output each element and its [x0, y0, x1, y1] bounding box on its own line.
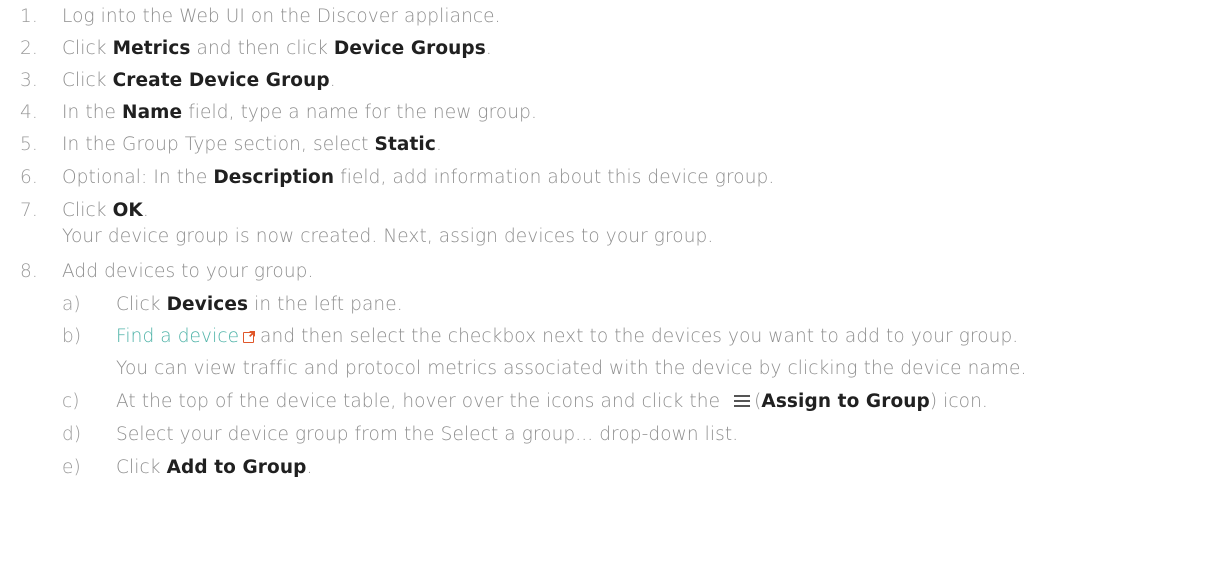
step-text-part: .	[306, 457, 313, 478]
step-text-part: .	[435, 134, 442, 155]
step-text: Click Metrics and then click Device Grou…	[62, 34, 492, 64]
ui-term-static: Static	[374, 134, 436, 155]
step-text: Optional: In the Description field, add …	[62, 163, 774, 193]
step-text-part: Optional: In the	[62, 167, 214, 188]
ui-term-device-groups: Device Groups	[333, 38, 486, 59]
step-text: Add devices to your group.	[62, 257, 313, 287]
step-text-part: .	[329, 70, 336, 91]
step-text: In the Name field, type a name for the n…	[62, 98, 537, 128]
step-text: Log into the Web UI on the Discover appl…	[62, 2, 501, 32]
step-text-part: and then click	[190, 38, 334, 59]
find-a-device-link[interactable]: Find a device	[116, 326, 239, 347]
substep-note: You can view traffic and protocol metric…	[116, 358, 1027, 379]
step-number: 1.	[20, 6, 38, 27]
substep-text: Click Devices in the left pane.	[116, 290, 403, 320]
step-text-part: Click	[62, 200, 113, 221]
ui-term-add-to-group: Add to Group	[166, 457, 307, 478]
step-text-part: At the top of the device table, hover ov…	[116, 391, 727, 412]
step-text-part: In the Group Type section, select	[62, 134, 375, 155]
step-text-part: in the left pane.	[248, 294, 403, 315]
ui-term-metrics: Metrics	[112, 38, 191, 59]
substep-number: e)	[62, 457, 81, 478]
substep-text: At the top of the device table, hover ov…	[116, 387, 988, 417]
substep-text: Click Add to Group.	[116, 453, 312, 483]
step-number: 7.	[20, 200, 38, 221]
substep-text: Select your device group from the Select…	[116, 420, 738, 450]
list-icon	[734, 395, 751, 407]
step-text-part: Click	[116, 294, 167, 315]
substep-number: b)	[62, 326, 82, 347]
step-text-part: field, type a name for the new group.	[182, 102, 537, 123]
step-text-part: Click	[116, 457, 167, 478]
step-text-part: Log into the Web UI on the Discover appl…	[62, 6, 501, 27]
step-text-part: Click	[62, 70, 113, 91]
substep-number: d)	[62, 424, 82, 445]
step-text-part: .	[142, 200, 149, 221]
step-text-part: Select your device group from the Select…	[116, 424, 739, 445]
step-text-part: and then select the checkbox next to the…	[254, 326, 1019, 347]
substep-number: c)	[62, 391, 80, 412]
step-number: 3.	[20, 70, 38, 91]
ui-term-name: Name	[122, 102, 183, 123]
step-text: In the Group Type section, select Static…	[62, 130, 442, 160]
ui-term-create-device-group: Create Device Group	[112, 70, 330, 91]
step-text: Click Create Device Group.	[62, 66, 336, 96]
step-text-part: .	[485, 38, 492, 59]
step-text-part: ) icon.	[929, 391, 988, 412]
step-text-part: Click	[62, 38, 113, 59]
step-number: 8.	[20, 261, 38, 282]
step-text-part: In the	[62, 102, 123, 123]
step-number: 6.	[20, 167, 38, 188]
external-link-icon[interactable]	[243, 332, 255, 343]
step-number: 5.	[20, 134, 38, 155]
substep-number: a)	[62, 294, 81, 315]
step-text-part: Add devices to your group.	[62, 261, 314, 282]
ui-term-ok: OK	[112, 200, 143, 221]
ui-term-description: Description	[213, 167, 335, 188]
ui-term-assign-to-group: Assign to Group	[761, 391, 930, 412]
step-number: 4.	[20, 102, 38, 123]
step-text-part: field, add information about this device…	[334, 167, 775, 188]
step-note: Your device group is now created. Next, …	[62, 226, 714, 247]
substep-text: Find a device and then select the checkb…	[116, 322, 1018, 352]
ui-term-devices: Devices	[166, 294, 249, 315]
step-number: 2.	[20, 38, 38, 59]
